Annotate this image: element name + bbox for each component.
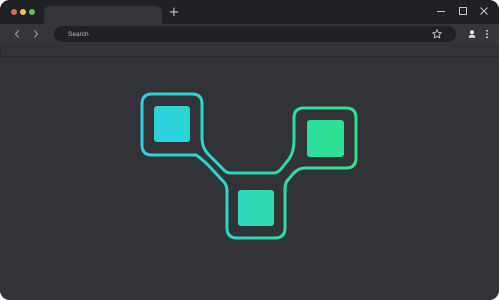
browser-tab[interactable] — [44, 6, 162, 24]
node-square-right — [307, 120, 344, 157]
page-content — [0, 57, 499, 300]
new-tab-button[interactable]: + — [168, 6, 180, 20]
search-input[interactable] — [68, 26, 418, 42]
browser-window: + — [0, 0, 499, 300]
zoom-dot[interactable] — [29, 9, 35, 15]
minimize-dot[interactable] — [20, 9, 26, 15]
node-square-bottom — [238, 190, 274, 226]
address-bar[interactable] — [54, 26, 456, 42]
title-bar: + — [0, 0, 499, 24]
window-maximize-icon[interactable] — [457, 5, 469, 17]
window-minimize-icon[interactable] — [435, 5, 447, 17]
kebab-menu-icon[interactable] — [483, 28, 491, 40]
bookmark-star-icon[interactable] — [431, 28, 443, 40]
node-graph-illustration — [140, 92, 358, 240]
forward-chevron-right-icon[interactable] — [31, 28, 41, 40]
window-close-icon[interactable] — [478, 5, 490, 17]
back-chevron-left-icon[interactable] — [12, 28, 22, 40]
node-square-left — [154, 106, 190, 142]
profile-person-icon[interactable] — [466, 28, 478, 40]
close-dot[interactable] — [11, 9, 17, 15]
